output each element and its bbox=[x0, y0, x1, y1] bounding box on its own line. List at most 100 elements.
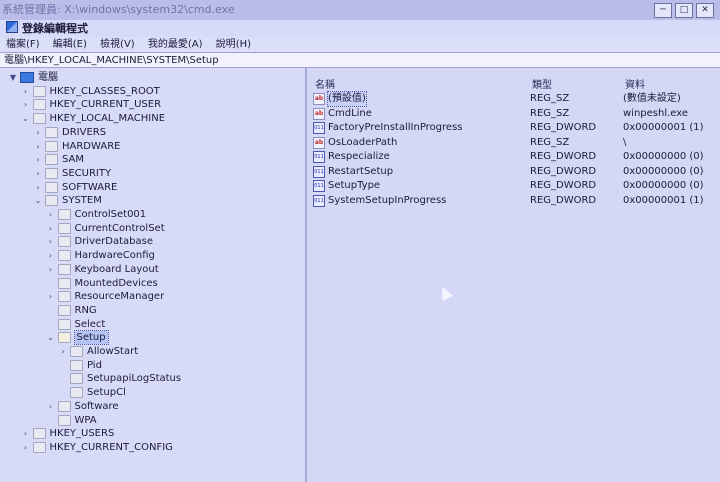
tree-node[interactable]: › CurrentControlSet bbox=[46, 222, 165, 235]
value-data: 0x00000001 (1) bbox=[623, 194, 704, 206]
tree-node[interactable]: › SAM bbox=[33, 153, 84, 166]
value-data: winpeshl.exe bbox=[623, 107, 689, 119]
chevron-right-icon[interactable]: › bbox=[33, 126, 43, 139]
tree-node[interactable]: WPA bbox=[46, 414, 97, 427]
folder-icon bbox=[45, 126, 58, 138]
tree-node-label: 電腦 bbox=[38, 72, 58, 83]
chevron-right-icon[interactable]: › bbox=[33, 140, 43, 153]
regedit-icon bbox=[6, 21, 18, 33]
tree-node[interactable]: SetupCl bbox=[58, 386, 126, 399]
tree-node[interactable]: › SOFTWARE bbox=[33, 181, 117, 194]
menu-edit[interactable]: 編輯(E) bbox=[53, 39, 87, 50]
chevron-down-icon[interactable]: ⌄ bbox=[21, 112, 31, 125]
folder-icon bbox=[57, 291, 71, 303]
key-tree[interactable]: ▼ 電腦 › HKEY_CLASSES_ROOT › HKEY_CURRENT_USER ⌄… bbox=[0, 68, 307, 482]
chevron-right-icon[interactable]: › bbox=[46, 222, 56, 235]
tree-node[interactable]: › SECURITY bbox=[33, 167, 111, 180]
folder-icon bbox=[57, 222, 71, 234]
value-row[interactable]: 011 FactoryPreInstallInProgress REG_DWORD 0… bbox=[313, 121, 713, 135]
column-header-name[interactable]: 名稱 bbox=[315, 76, 335, 91]
chevron-right-icon[interactable]: › bbox=[46, 208, 56, 221]
tree-node[interactable]: › HARDWARE bbox=[33, 140, 120, 153]
console-title-bar: 系統管理員: X:\windows\system32\cmd.exe ─ □ ✕ bbox=[0, 0, 720, 20]
tree-node[interactable]: › HKEY_USERS bbox=[21, 427, 114, 440]
folder-icon bbox=[32, 99, 46, 111]
value-list[interactable]: 名稱 類型 資料 ab (預設值) REG_SZ (數值未設定) ab CmdLine RE… bbox=[307, 68, 720, 482]
chevron-right-icon[interactable]: › bbox=[46, 290, 56, 303]
tree-node[interactable]: ⌄ HKEY_LOCAL_MACHINE bbox=[21, 112, 165, 125]
address-bar[interactable]: 電腦\HKEY_LOCAL_MACHINE\SYSTEM\Setup bbox=[0, 52, 720, 68]
value-name: SetupType bbox=[328, 180, 381, 191]
tree-node[interactable]: › ResourceManager bbox=[46, 290, 164, 303]
tree-node[interactable]: › Software bbox=[46, 400, 119, 413]
binary-value-icon: 011 bbox=[313, 180, 325, 192]
tree-node[interactable]: › HardwareConfig bbox=[46, 249, 155, 262]
chevron-right-icon[interactable]: › bbox=[21, 427, 31, 440]
menu-favorites[interactable]: 我的最愛(A) bbox=[148, 39, 203, 50]
tree-node[interactable]: › DriverDatabase bbox=[46, 235, 154, 248]
chevron-down-icon[interactable]: ▼ bbox=[8, 71, 18, 84]
tree-node[interactable]: › HKEY_CLASSES_ROOT bbox=[21, 85, 160, 98]
value-row[interactable]: 011 SystemSetupInProgress REG_DWORD 0x00000… bbox=[313, 194, 713, 208]
value-row[interactable]: 011 RestartSetup REG_DWORD 0x00000000 (0) bbox=[313, 165, 713, 179]
tree-node[interactable]: › HKEY_CURRENT_CONFIG bbox=[21, 441, 173, 454]
chevron-right-icon[interactable]: › bbox=[46, 400, 56, 413]
string-value-icon: ab bbox=[313, 93, 325, 105]
value-type: REG_DWORD bbox=[530, 122, 597, 133]
value-type: REG_DWORD bbox=[530, 165, 597, 177]
folder-icon bbox=[57, 209, 71, 220]
menu-file[interactable]: 檔案(F) bbox=[6, 39, 40, 50]
folder-icon bbox=[57, 236, 71, 248]
chevron-down-icon[interactable]: ⌄ bbox=[33, 194, 43, 207]
tree-node[interactable]: › HKEY_CURRENT_USER bbox=[21, 98, 161, 111]
value-data: (數值未設定) bbox=[623, 93, 681, 104]
tree-node[interactable]: RNG bbox=[46, 304, 97, 317]
string-value-icon: ab bbox=[313, 136, 325, 149]
menu-help[interactable]: 說明(H) bbox=[216, 39, 251, 50]
tree-node[interactable]: › AllowStart bbox=[58, 345, 138, 358]
chevron-down-icon[interactable]: ⌄ bbox=[46, 331, 56, 344]
chevron-right-icon[interactable]: › bbox=[33, 181, 43, 194]
tree-node[interactable]: MountedDevices bbox=[46, 277, 158, 290]
value-name: SystemSetupInProgress bbox=[328, 194, 447, 206]
menu-view[interactable]: 檢視(V) bbox=[100, 39, 135, 50]
tree-node[interactable]: ▼ 電腦 bbox=[8, 71, 58, 84]
tree-node[interactable]: Select bbox=[46, 318, 105, 331]
value-row[interactable]: ab OsLoaderPath REG_SZ \ bbox=[313, 136, 713, 150]
tree-node[interactable]: ⌄ Setup bbox=[46, 330, 109, 346]
tree-node-label: DriverDatabase bbox=[74, 236, 154, 248]
chevron-right-icon[interactable]: › bbox=[21, 441, 31, 454]
console-title: 系統管理員: X:\windows\system32\cmd.exe bbox=[2, 3, 235, 16]
tree-node[interactable]: ⌄ SYSTEM bbox=[33, 194, 102, 207]
value-row[interactable]: ab (預設值) REG_SZ (數值未設定) bbox=[313, 91, 713, 107]
value-row[interactable]: 011 Respecialize REG_DWORD 0x00000000 (0) bbox=[313, 150, 713, 164]
tree-node[interactable]: SetupapiLogStatus bbox=[58, 372, 181, 385]
chevron-right-icon[interactable]: › bbox=[33, 153, 43, 166]
tree-node-label: HKEY_CURRENT_CONFIG bbox=[49, 441, 173, 453]
chevron-right-icon[interactable]: › bbox=[21, 98, 31, 111]
tree-node[interactable]: › Keyboard Layout bbox=[46, 263, 159, 276]
binary-value-icon: 011 bbox=[313, 122, 325, 134]
value-row[interactable]: ab CmdLine REG_SZ winpeshl.exe bbox=[313, 107, 713, 121]
minimize-button[interactable]: ─ bbox=[654, 3, 672, 18]
folder-icon bbox=[45, 154, 58, 166]
chevron-right-icon[interactable]: › bbox=[21, 85, 31, 98]
value-row[interactable]: 011 SetupType REG_DWORD 0x00000000 (0) bbox=[313, 179, 713, 193]
tree-node-label: CurrentControlSet bbox=[74, 222, 165, 234]
chevron-right-icon[interactable]: › bbox=[46, 235, 56, 248]
tree-node-label: HARDWARE bbox=[62, 140, 121, 152]
maximize-button[interactable]: □ bbox=[675, 3, 693, 18]
chevron-right-icon[interactable]: › bbox=[46, 249, 56, 262]
column-header-data[interactable]: 資料 bbox=[625, 76, 645, 91]
close-button[interactable]: ✕ bbox=[696, 3, 714, 18]
column-header-type[interactable]: 類型 bbox=[532, 76, 552, 91]
chevron-right-icon[interactable]: › bbox=[46, 263, 56, 276]
tree-node[interactable]: Pid bbox=[58, 359, 102, 372]
tree-node[interactable]: › DRIVERS bbox=[33, 126, 106, 139]
tree-node[interactable]: › ControlSet001 bbox=[46, 208, 146, 221]
value-name: RestartSetup bbox=[328, 165, 394, 177]
folder-icon bbox=[57, 400, 71, 412]
value-type: REG_SZ bbox=[530, 136, 570, 148]
chevron-right-icon[interactable]: › bbox=[58, 345, 68, 358]
chevron-right-icon[interactable]: › bbox=[33, 167, 43, 180]
